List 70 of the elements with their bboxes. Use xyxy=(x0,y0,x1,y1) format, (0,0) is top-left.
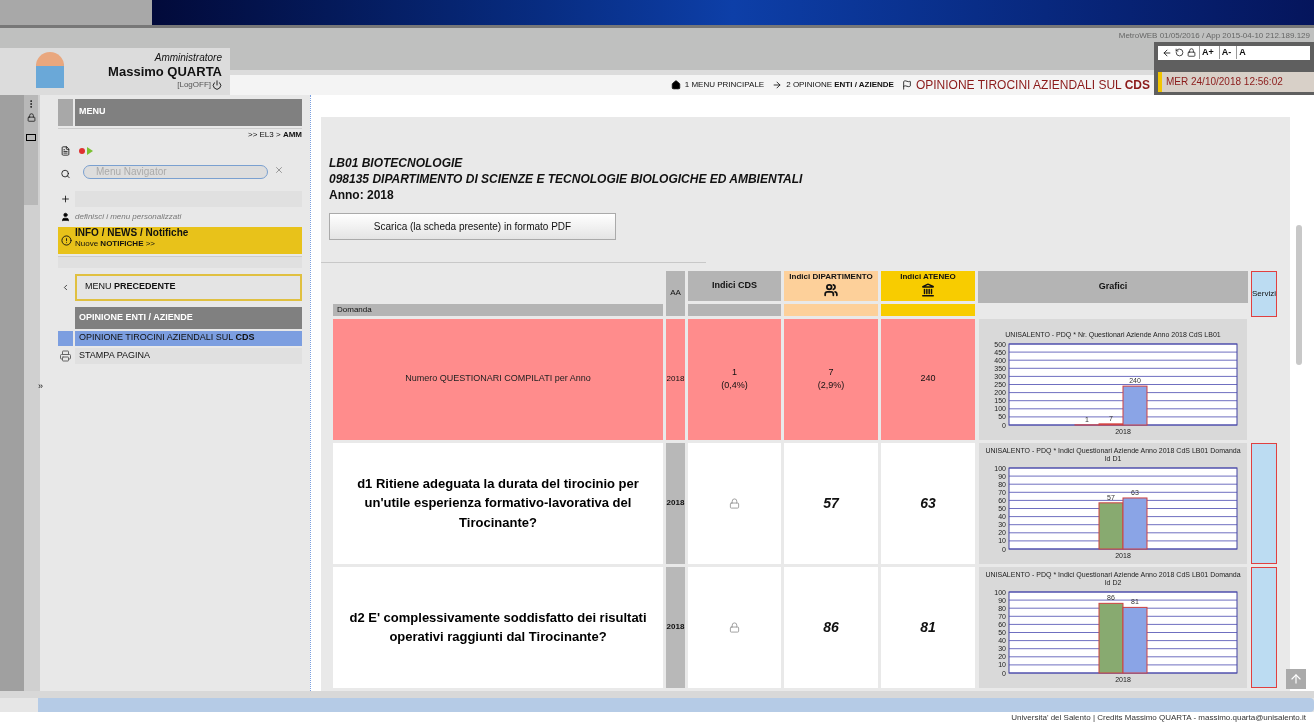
year-cell: 2018 xyxy=(666,442,685,564)
custom-menu-link[interactable]: definisci i menu personalizzati xyxy=(75,210,182,223)
system-info: MetroWEB 01/05/2016 / App 2015-04-10 212.189.129 xyxy=(1118,29,1310,42)
column-header: Domanda xyxy=(333,303,663,316)
info-subtitle: Nuove NOTIFICHE >> xyxy=(75,239,157,250)
arrow-up-icon xyxy=(1289,672,1303,687)
people-icon xyxy=(824,282,838,297)
home-icon xyxy=(670,79,681,90)
year-label: Anno: 2018 xyxy=(329,186,395,203)
question-cell: d2 E' complessivamente soddisfatto dei risultati operativi raggiunti dal Tirocinante? xyxy=(333,566,663,688)
printer-icon xyxy=(58,349,73,362)
refresh-icon[interactable] xyxy=(1175,48,1184,58)
university-cell: 240 xyxy=(881,318,975,440)
lock-icon[interactable] xyxy=(1187,48,1196,58)
font-size-button[interactable]: A xyxy=(1236,45,1248,60)
cds-cell: 1 (0,4%) xyxy=(688,318,781,440)
previous-menu-button[interactable]: MENU PRECEDENTE xyxy=(75,273,302,301)
column-header: Indici DIPARTIMENTO xyxy=(784,270,878,301)
font-size-button[interactable]: A+ xyxy=(1199,45,1216,60)
datetime: MER 24/10/2018 12:56:02 xyxy=(1166,75,1283,90)
window-icon[interactable] xyxy=(26,133,36,141)
flag-icon xyxy=(901,79,912,90)
chart-bar xyxy=(1098,501,1124,550)
column-header: Servizi xyxy=(1251,270,1277,317)
department-cell: 7 (2,9%) xyxy=(784,318,878,440)
print-page-link[interactable]: STAMPA PAGINA xyxy=(75,347,302,364)
download-pdf-button[interactable]: Scarica (la scheda presente) in formato PDF xyxy=(329,212,616,240)
department-cell: 86 xyxy=(784,566,878,688)
chart-bar xyxy=(1098,602,1124,674)
university-cell: 81 xyxy=(881,566,975,688)
info-panel[interactable]: INFO / NEWS / Notifiche Nuove NOTIFICHE >> xyxy=(58,226,302,254)
font-size-button[interactable]: A- xyxy=(1218,45,1234,60)
column-header: AA xyxy=(666,270,685,316)
search-icon xyxy=(58,168,73,179)
selection-marker xyxy=(58,330,73,346)
column-header: Indici ATENEO xyxy=(881,270,975,301)
breadcrumb-link[interactable]: 2 OPINIONE ENTI / AZIENDE xyxy=(772,78,894,91)
heading-line: LB01 BIOTECNOLOGIE xyxy=(329,154,464,171)
menu-item[interactable]: OPINIONE TIROCINI AZIENDALI SUL CDS xyxy=(75,330,302,346)
info-title: INFO / NEWS / Notifiche xyxy=(75,226,189,240)
breadcrumb-link[interactable]: 1 MENU PRINCIPALE xyxy=(670,78,765,91)
department-cell: 57 xyxy=(784,442,878,564)
arrow-right-icon xyxy=(772,79,783,90)
logoff-button[interactable]: [LogOFF] xyxy=(177,80,222,91)
current-page-title: OPINIONE TIROCINI AZIENDALI SUL CDS xyxy=(915,76,1150,94)
question-cell: Numero QUESTIONARI COMPILATI per Anno xyxy=(333,318,663,440)
section-header: OPINIONE ENTI / AZIENDE xyxy=(75,306,302,329)
university-cell: 63 xyxy=(881,442,975,564)
user-name: Massimo QUARTA xyxy=(108,64,222,81)
chart-bar xyxy=(1122,497,1148,550)
year-cell: 2018 xyxy=(666,566,685,688)
avatar-icon xyxy=(36,51,65,88)
scrollbar-thumb[interactable] xyxy=(1296,224,1302,365)
power-icon xyxy=(212,80,222,91)
lock-icon[interactable] xyxy=(26,112,36,122)
building-icon xyxy=(921,282,935,297)
column-header: Indici CDS xyxy=(688,270,781,301)
footer-text: Universita' del Salento | Credits Massimo QUARTA - massimo.quarta@unisalento.it xyxy=(1011,712,1306,724)
alert-icon xyxy=(58,234,75,246)
question-cell: d1 Ritiene adeguata la durata del tirocinio per un'utile esperienza formativo-lavorativa del Tirocinante? xyxy=(333,442,663,564)
menu-header: MENU xyxy=(75,98,302,126)
heading-line: 098135 DIPARTIMENTO DI SCIENZE E TECNOLOGIE BIOLOGICHE ED AMBIENTALI xyxy=(329,170,804,187)
back-icon[interactable] xyxy=(1162,47,1172,58)
chart-bar xyxy=(1122,606,1148,674)
column-header: Grafici xyxy=(978,270,1248,303)
menu-path: >> EL3 > AMM xyxy=(58,127,302,141)
user-role: Amministratore xyxy=(154,51,222,65)
record-icon[interactable] xyxy=(79,147,85,154)
expand-sidebar-toggle[interactable]: » xyxy=(38,379,302,394)
year-cell: 2018 xyxy=(666,318,685,440)
